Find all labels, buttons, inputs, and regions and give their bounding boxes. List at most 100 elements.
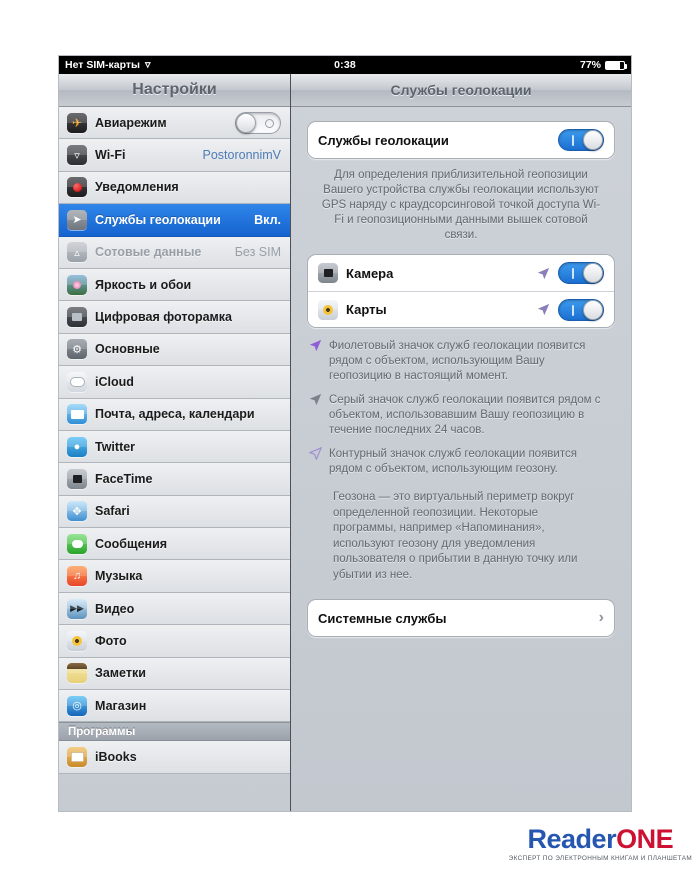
sidebar-item-label: FaceTime [95, 471, 153, 486]
location-services-master-label: Службы геолокации [318, 132, 449, 148]
geofence-description: Геозона — это виртуальный периметр вокру… [333, 491, 578, 581]
sidebar-item-label: Twitter [95, 439, 136, 454]
ipad-settings-screenshot: Нет SIM-карты ▿ 0:38 77% Настройки ✈ Ави… [58, 55, 632, 812]
sidebar-item-messages[interactable]: Сообщения [59, 528, 290, 561]
watermark-tagline: ЭКСПЕРТ ПО ЭЛЕКТРОННЫМ КНИГАМ И ПЛАНШЕТА… [508, 855, 692, 862]
general-gear-icon: ⚙ [67, 339, 87, 360]
legend-text: Серый значок служб геолокации появится р… [329, 394, 601, 436]
detail-title: Службы геолокации [291, 74, 631, 107]
sidebar-item-label: iCloud [95, 374, 134, 389]
store-icon: ◎ [67, 695, 87, 716]
maps-location-toggle[interactable] [558, 298, 604, 321]
legend-item-purple: Фиолетовый значок служб геолокации появи… [309, 339, 609, 384]
location-services-description: Для определения приблизительной геопозиц… [321, 169, 601, 241]
sidebar-item-label: Сотовые данные [95, 245, 202, 260]
location-apps-card: Камера Карты [307, 254, 615, 328]
mail-icon [67, 404, 87, 425]
ibooks-icon [67, 747, 87, 768]
sidebar-item-safari[interactable]: ✥ Safari [59, 495, 290, 529]
app-row-maps[interactable]: Карты [308, 291, 614, 327]
sidebar-item-photos[interactable]: Фото [59, 625, 290, 658]
music-icon: ♫ [67, 566, 87, 587]
sidebar-list[interactable]: ✈ Авиарежим ▿ Wi-Fi PostoronnimV Уведомл… [59, 107, 290, 811]
sidebar-item-label: Основные [95, 342, 160, 357]
location-services-master-card: Службы геолокации [307, 121, 615, 159]
icloud-icon [67, 371, 87, 392]
location-arrow-legend: Фиолетовый значок служб геолокации появи… [307, 328, 615, 479]
settings-sidebar: Настройки ✈ Авиарежим ▿ Wi-Fi Postoronni… [59, 74, 291, 811]
battery-icon [605, 60, 627, 70]
location-services-master-row[interactable]: Службы геолокации [308, 122, 614, 158]
legend-text: Фиолетовый значок служб геолокации появи… [329, 340, 586, 382]
sidebar-item-twitter[interactable]: ● Twitter [59, 430, 290, 464]
app-row-camera[interactable]: Камера [308, 255, 614, 291]
sidebar-item-brightness-wallpaper[interactable]: Яркость и обои [59, 268, 290, 302]
notifications-icon [67, 177, 87, 198]
sidebar-item-facetime[interactable]: FaceTime [59, 463, 290, 496]
safari-icon: ✥ [67, 501, 87, 522]
split-view: Настройки ✈ Авиарежим ▿ Wi-Fi Postoronni… [59, 74, 631, 811]
location-services-master-toggle[interactable] [558, 129, 604, 151]
sidebar-item-music[interactable]: ♫ Музыка [59, 560, 290, 593]
sidebar-item-label: Уведомления [95, 180, 179, 195]
system-services-card: Системные службы › [307, 599, 615, 637]
status-bar: Нет SIM-карты ▿ 0:38 77% [59, 56, 631, 74]
wifi-network-value: PostoronnimV [202, 148, 281, 163]
location-arrow-purple-filled-icon [309, 339, 322, 352]
detail-content: Службы геолокации Для определения прибли… [291, 107, 631, 811]
chevron-right-icon: › [598, 609, 604, 626]
sidebar-item-notes[interactable]: Заметки [59, 657, 290, 691]
watermark-brand: ReaderONE [509, 826, 692, 853]
sidebar-group-header-apps: Программы [59, 722, 290, 742]
sidebar-item-airplane-mode[interactable]: ✈ Авиарежим [59, 107, 290, 140]
app-row-label: Камера [346, 265, 394, 281]
sidebar-item-label: Цифровая фоторамка [95, 310, 232, 325]
legend-text: Контурный значок служб геолокации появит… [329, 448, 577, 475]
legend-item-gray: Серый значок служб геолокации появится р… [309, 393, 609, 438]
sidebar-item-general[interactable]: ⚙ Основные [59, 333, 290, 367]
notes-icon [67, 663, 87, 684]
twitter-icon: ● [67, 436, 87, 457]
carrier-label: Нет SIM-карты [65, 59, 140, 71]
sidebar-item-label: Wi-Fi [95, 148, 126, 163]
sidebar-item-picture-frame[interactable]: Цифровая фоторамка [59, 301, 290, 334]
sidebar-item-label: Яркость и обои [95, 277, 192, 292]
sidebar-item-label: Видео [95, 601, 135, 616]
airplane-icon: ✈ [67, 112, 87, 133]
sidebar-item-location-services[interactable]: ➤ Службы геолокации Вкл. [59, 204, 290, 237]
location-services-value: Вкл. [254, 212, 281, 227]
sidebar-item-label: Службы геолокации [95, 212, 221, 227]
sidebar-item-label: Авиарежим [95, 115, 167, 130]
location-arrow-purple-icon [537, 303, 550, 316]
airplane-mode-toggle[interactable] [235, 111, 281, 134]
photos-icon [67, 630, 87, 651]
facetime-icon [67, 468, 87, 489]
wifi-icon: ▿ [67, 145, 87, 166]
watermark-brand-first: Reader [527, 824, 617, 854]
status-bar-left: Нет SIM-карты ▿ [65, 59, 297, 71]
sidebar-item-video[interactable]: ▶▶ Видео [59, 592, 290, 626]
watermark-brand-second: ONE [616, 824, 674, 854]
maps-icon [318, 299, 338, 320]
sidebar-item-label: Почта, адреса, календари [95, 407, 255, 422]
system-services-row[interactable]: Системные службы › [308, 600, 614, 636]
sidebar-item-icloud[interactable]: iCloud [59, 366, 290, 399]
sidebar-item-store[interactable]: ◎ Магазин [59, 690, 290, 723]
brightness-icon [67, 274, 87, 295]
clock: 0:38 [334, 59, 356, 71]
cellular-icon: ▵ [67, 242, 87, 263]
camera-icon [318, 263, 338, 283]
sidebar-item-label: Заметки [95, 666, 146, 681]
status-bar-right: 77% [393, 59, 627, 71]
sidebar-item-mail-contacts-calendars[interactable]: Почта, адреса, календари [59, 398, 290, 431]
sidebar-item-label: Музыка [95, 569, 143, 584]
sidebar-item-label: Safari [95, 504, 130, 519]
app-row-label: Карты [346, 302, 387, 317]
camera-location-toggle[interactable] [558, 262, 604, 284]
legend-item-outline: Контурный значок служб геолокации появит… [309, 447, 609, 477]
sidebar-item-wifi[interactable]: ▿ Wi-Fi PostoronnimV [59, 139, 290, 172]
sidebar-item-notifications[interactable]: Уведомления [59, 171, 290, 205]
sidebar-item-ibooks[interactable]: iBooks [59, 741, 290, 774]
sidebar-item-cellular-data[interactable]: ▵ Сотовые данные Без SIM [59, 236, 290, 269]
readerone-watermark: ReaderONE ЭКСПЕРТ ПО ЭЛЕКТРОННЫМ КНИГАМ … [508, 826, 692, 863]
